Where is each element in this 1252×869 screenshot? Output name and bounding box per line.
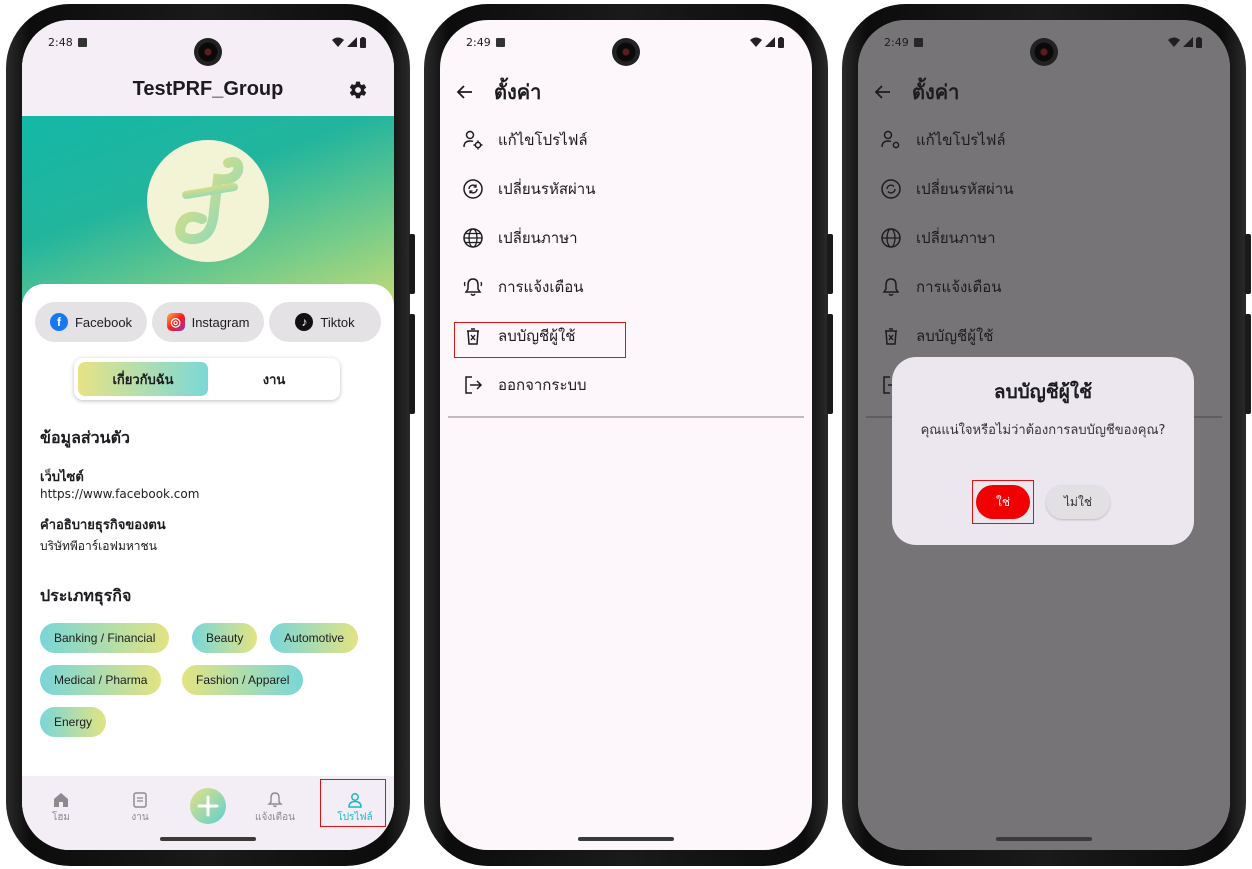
page-title: ตั้งค่า xyxy=(494,80,542,104)
home-icon xyxy=(54,793,68,807)
nav-profile[interactable]: โปรไฟล์ xyxy=(325,790,385,825)
nav-jobs[interactable]: งาน xyxy=(110,790,170,825)
tab-about-me[interactable]: เกี่ยวกับฉัน xyxy=(78,362,208,396)
wifi-icon xyxy=(750,37,762,47)
category-chip: Fashion / Apparel xyxy=(182,665,304,695)
website-label: เว็บไซต์ xyxy=(40,470,84,485)
page-title: TestPRF_Group xyxy=(132,78,284,100)
profile-tabs: เกี่ยวกับฉัน งาน xyxy=(74,358,340,400)
logo-letter-icon xyxy=(175,157,244,245)
divider xyxy=(448,416,804,418)
front-camera xyxy=(1030,38,1058,66)
confirm-delete-button[interactable]: ใช่ xyxy=(976,485,1030,519)
dialog-message: คุณแน่ใจหรือไม่ว่าต้องการลบบัญชีของคุณ? xyxy=(920,423,1166,438)
home-indicator xyxy=(160,837,256,841)
category-chip: Banking / Financial xyxy=(40,623,170,653)
battery-icon xyxy=(778,36,784,48)
change-password-icon xyxy=(462,178,484,200)
notification-icon xyxy=(77,37,87,47)
settings-item-edit-profile[interactable]: แก้ไขโปรไฟล์ xyxy=(462,125,588,155)
back-arrow-icon[interactable] xyxy=(456,83,474,101)
website-value[interactable]: https://www.facebook.com xyxy=(40,487,199,501)
nav-notifications[interactable]: แจ้งเตือน xyxy=(245,790,305,825)
bell-icon xyxy=(462,276,484,298)
facebook-button[interactable]: f Facebook xyxy=(35,302,147,342)
battery-icon xyxy=(360,36,366,48)
cancel-button[interactable]: ไม่ใช่ xyxy=(1046,485,1110,519)
business-description-label: คำอธิบายธุรกิจของตน xyxy=(40,518,166,533)
profile-icon xyxy=(348,793,362,808)
dialog-title: ลบบัญชีผู้ใช้ xyxy=(993,381,1093,403)
home-indicator xyxy=(578,837,674,841)
profile-screen: 2:48 TestPRF_Group f Facebook ◎ Instagra… xyxy=(22,20,394,850)
tiktok-button[interactable]: ♪ Tiktok xyxy=(269,302,381,342)
wifi-icon xyxy=(332,37,344,47)
clock: 2:48 xyxy=(48,35,73,49)
settings-header: ตั้งค่า xyxy=(456,76,541,108)
delete-account-dialog: ลบบัญชีผู้ใช้ คุณแน่ใจหรือไม่ว่าต้องการล… xyxy=(892,357,1194,545)
settings-item-change-language[interactable]: เปลี่ยนภาษา xyxy=(462,223,578,253)
phone-frame-profile: 2:48 TestPRF_Group f Facebook ◎ Instagra… xyxy=(6,4,415,866)
settings-item-notifications[interactable]: การแจ้งเตือน xyxy=(462,272,583,302)
profile-card: f Facebook ◎ Instagram ♪ Tiktok เกี่ยวกั… xyxy=(22,284,394,776)
business-description-value: บริษัทพีอาร์เอฟมหาชน xyxy=(40,539,157,553)
settings-item-change-password[interactable]: เปลี่ยนรหัสผ่าน xyxy=(462,174,595,204)
plus-icon xyxy=(197,795,219,817)
category-chip: Medical / Pharma xyxy=(40,665,162,695)
instagram-icon: ◎ xyxy=(166,313,185,331)
front-camera xyxy=(194,38,222,66)
tiktok-icon: ♪ xyxy=(295,313,314,331)
document-icon xyxy=(133,792,147,808)
delete-icon xyxy=(462,325,484,347)
settings-screen-with-dialog: 2:49 ตั้งค่า แก้ไขโปรไฟล์ เปลี่ยนรหัสผ่า… xyxy=(858,20,1230,850)
facebook-icon: f xyxy=(49,313,68,331)
phone-frame-delete-dialog: 2:49 ตั้งค่า แก้ไขโปรไฟล์ เปลี่ยนรหัสผ่า… xyxy=(842,4,1251,866)
edit-profile-icon xyxy=(462,129,484,151)
globe-icon xyxy=(462,227,484,249)
tab-jobs[interactable]: งาน xyxy=(212,362,336,396)
category-chip: Beauty xyxy=(192,623,258,653)
settings-item-delete-account[interactable]: ลบบัญชีผู้ใช้ xyxy=(462,321,576,351)
clock: 2:49 xyxy=(466,35,491,49)
category-chip: Energy xyxy=(40,707,107,737)
instagram-button[interactable]: ◎ Instagram xyxy=(152,302,264,342)
business-type-heading: ประเภทธุรกิจ xyxy=(40,586,132,605)
settings-screen: 2:49 ตั้งค่า แก้ไขโปรไฟล์ เปลี่ยนรหัสผ่า… xyxy=(440,20,812,850)
home-indicator xyxy=(996,837,1092,841)
gear-icon[interactable] xyxy=(348,80,368,104)
logout-icon xyxy=(462,374,484,396)
personal-info-heading: ข้อมูลส่วนตัว xyxy=(40,428,130,447)
signal-icon xyxy=(765,37,775,47)
notification-icon xyxy=(495,37,505,47)
settings-item-logout[interactable]: ออกจากระบบ xyxy=(462,370,587,400)
front-camera xyxy=(612,38,640,66)
nav-home[interactable]: โฮม xyxy=(31,790,91,825)
add-button[interactable] xyxy=(190,788,226,824)
bell-icon xyxy=(267,792,283,808)
signal-icon xyxy=(347,37,357,47)
phone-frame-settings: 2:49 ตั้งค่า แก้ไขโปรไฟล์ เปลี่ยนรหัสผ่า… xyxy=(424,4,833,866)
avatar[interactable] xyxy=(147,140,269,262)
category-chip: Automotive xyxy=(270,623,359,653)
